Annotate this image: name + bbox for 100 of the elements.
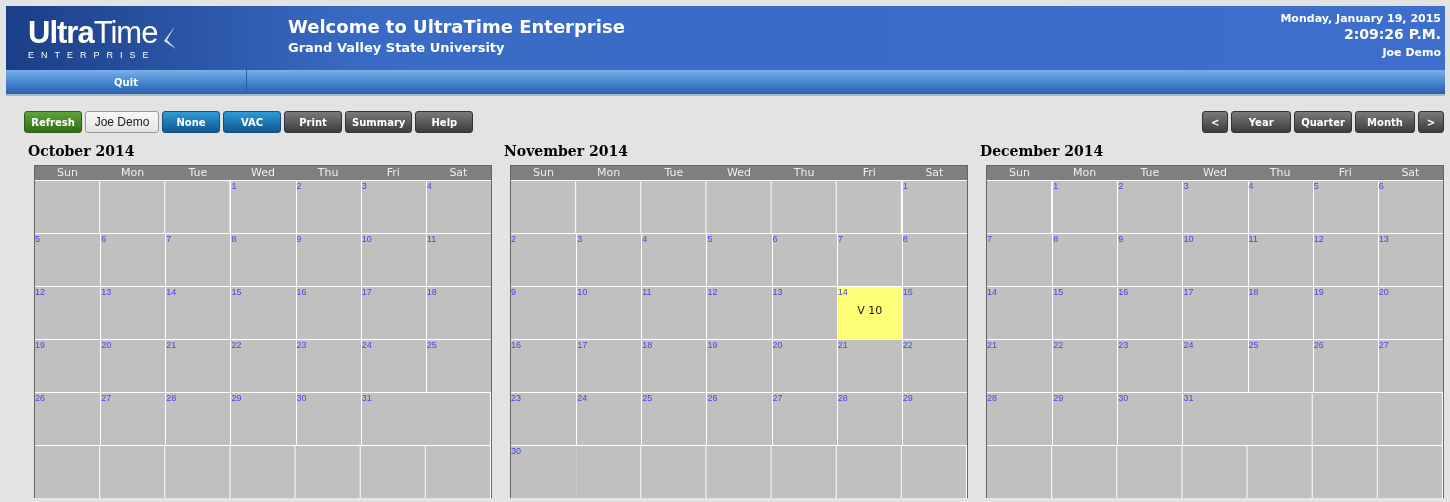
day-number[interactable]: 19 bbox=[1313, 287, 1324, 298]
day-number[interactable]: 25 bbox=[642, 393, 653, 404]
day-number[interactable]: 4 bbox=[426, 181, 432, 192]
day-number[interactable]: 2 bbox=[1118, 181, 1124, 192]
day-number[interactable]: 2 bbox=[511, 234, 516, 245]
day-number[interactable]: 24 bbox=[1183, 340, 1194, 351]
day-number[interactable]: 10 bbox=[1183, 234, 1194, 245]
view-button[interactable]: < bbox=[1202, 111, 1229, 133]
day-number[interactable]: 5 bbox=[707, 234, 713, 245]
day-number[interactable]: 8 bbox=[1053, 234, 1059, 245]
day-number[interactable]: 24 bbox=[361, 340, 372, 351]
day-number[interactable]: 7 bbox=[987, 234, 992, 245]
day-number[interactable]: 13 bbox=[1378, 234, 1389, 245]
day-number[interactable]: 10 bbox=[577, 287, 588, 298]
day-number[interactable]: 6 bbox=[1378, 181, 1384, 192]
day-number[interactable]: 26 bbox=[707, 393, 718, 404]
day-number[interactable]: 23 bbox=[296, 340, 307, 351]
day-number[interactable]: 26 bbox=[35, 393, 45, 404]
day-number[interactable]: 16 bbox=[1118, 287, 1129, 298]
day-number[interactable]: 14 bbox=[166, 287, 177, 298]
day-number[interactable]: 19 bbox=[35, 340, 45, 351]
day-number[interactable]: 29 bbox=[902, 393, 913, 404]
day-number[interactable]: 31 bbox=[1183, 393, 1194, 404]
day-number[interactable]: 19 bbox=[707, 340, 718, 351]
day-number[interactable]: 4 bbox=[642, 234, 648, 245]
toolbar-button[interactable]: Joe Demo bbox=[85, 111, 159, 133]
day-number[interactable]: 3 bbox=[577, 234, 583, 245]
day-number[interactable]: 12 bbox=[35, 287, 45, 298]
day-number[interactable]: 5 bbox=[1313, 181, 1319, 192]
day-number[interactable]: 7 bbox=[166, 234, 172, 245]
day-number[interactable]: 9 bbox=[296, 234, 302, 245]
day-number[interactable]: 14 bbox=[987, 287, 997, 298]
day-number[interactable]: 30 bbox=[296, 393, 307, 404]
day-number[interactable]: 18 bbox=[642, 340, 653, 351]
toolbar-button[interactable]: Print bbox=[284, 111, 342, 133]
day-number[interactable]: 29 bbox=[1053, 393, 1064, 404]
day-number[interactable]: 1 bbox=[902, 181, 908, 192]
view-button[interactable]: Month bbox=[1355, 111, 1415, 133]
day-number[interactable]: 30 bbox=[1118, 393, 1129, 404]
day-number[interactable]: 25 bbox=[1248, 340, 1259, 351]
day-number[interactable]: 28 bbox=[166, 393, 177, 404]
day-number[interactable]: 11 bbox=[426, 234, 437, 245]
day-number[interactable]: 30 bbox=[511, 446, 521, 457]
day-number[interactable]: 23 bbox=[511, 393, 521, 404]
view-button[interactable]: > bbox=[1418, 111, 1444, 133]
toolbar-button[interactable]: Refresh bbox=[24, 111, 82, 133]
day-number[interactable]: 12 bbox=[707, 287, 718, 298]
day-number[interactable]: 27 bbox=[101, 393, 112, 404]
day-number[interactable]: 13 bbox=[772, 287, 783, 298]
day-number[interactable]: 6 bbox=[772, 234, 778, 245]
day-number[interactable]: 21 bbox=[987, 340, 997, 351]
toolbar-button[interactable]: None bbox=[162, 111, 220, 133]
day-number[interactable]: 1 bbox=[1053, 181, 1059, 192]
day-number[interactable]: 11 bbox=[642, 287, 652, 298]
day-number[interactable]: 17 bbox=[577, 340, 588, 351]
highlighted-day-cell[interactable]: 14 V 10 bbox=[836, 287, 902, 339]
day-number[interactable]: 20 bbox=[1378, 287, 1389, 298]
day-number[interactable]: 7 bbox=[837, 234, 843, 245]
day-number[interactable]: 18 bbox=[1248, 287, 1259, 298]
day-number[interactable]: 23 bbox=[1118, 340, 1129, 351]
view-button[interactable]: Year bbox=[1231, 111, 1292, 133]
day-number[interactable]: 12 bbox=[1313, 234, 1324, 245]
day-number[interactable]: 26 bbox=[1313, 340, 1324, 351]
day-number[interactable]: 3 bbox=[1183, 181, 1189, 192]
day-number[interactable]: 9 bbox=[511, 287, 516, 298]
toolbar-button[interactable]: VAC bbox=[223, 111, 281, 133]
day-number[interactable]: 16 bbox=[511, 340, 521, 351]
day-number[interactable]: 17 bbox=[361, 287, 372, 298]
day-number[interactable]: 15 bbox=[1053, 287, 1064, 298]
day-number[interactable]: 31 bbox=[361, 393, 372, 404]
day-number[interactable]: 3 bbox=[361, 181, 367, 192]
day-number[interactable]: 15 bbox=[231, 287, 242, 298]
day-number[interactable]: 9 bbox=[1118, 234, 1124, 245]
menu-item[interactable]: Quit bbox=[6, 70, 247, 94]
day-number[interactable]: 22 bbox=[902, 340, 913, 351]
view-button[interactable]: Quarter bbox=[1294, 111, 1352, 133]
day-number[interactable]: 6 bbox=[101, 234, 107, 245]
day-number[interactable]: 4 bbox=[1248, 181, 1254, 192]
toolbar-button[interactable]: Summary bbox=[345, 111, 413, 133]
day-number[interactable]: 28 bbox=[987, 393, 997, 404]
day-number[interactable]: 20 bbox=[772, 340, 783, 351]
day-number[interactable]: 27 bbox=[1378, 340, 1389, 351]
day-number[interactable]: 22 bbox=[1053, 340, 1064, 351]
day-number[interactable]: 1 bbox=[231, 181, 237, 192]
day-number[interactable]: 21 bbox=[166, 340, 177, 351]
day-number[interactable]: 17 bbox=[1183, 287, 1194, 298]
day-number[interactable]: 27 bbox=[772, 393, 783, 404]
day-number[interactable]: 10 bbox=[361, 234, 372, 245]
day-number[interactable]: 29 bbox=[231, 393, 242, 404]
day-number[interactable]: 15 bbox=[902, 287, 913, 298]
day-number[interactable]: 18 bbox=[426, 287, 437, 298]
day-number[interactable]: 25 bbox=[426, 340, 437, 351]
day-number[interactable]: 8 bbox=[902, 234, 908, 245]
day-number[interactable]: 28 bbox=[837, 393, 848, 404]
toolbar-button[interactable]: Help bbox=[415, 111, 474, 133]
day-number[interactable]: 20 bbox=[101, 340, 112, 351]
day-number[interactable]: 21 bbox=[837, 340, 848, 351]
day-number[interactable]: 2 bbox=[296, 181, 302, 192]
day-number[interactable]: 13 bbox=[101, 287, 112, 298]
day-number[interactable]: 14 bbox=[837, 287, 848, 298]
